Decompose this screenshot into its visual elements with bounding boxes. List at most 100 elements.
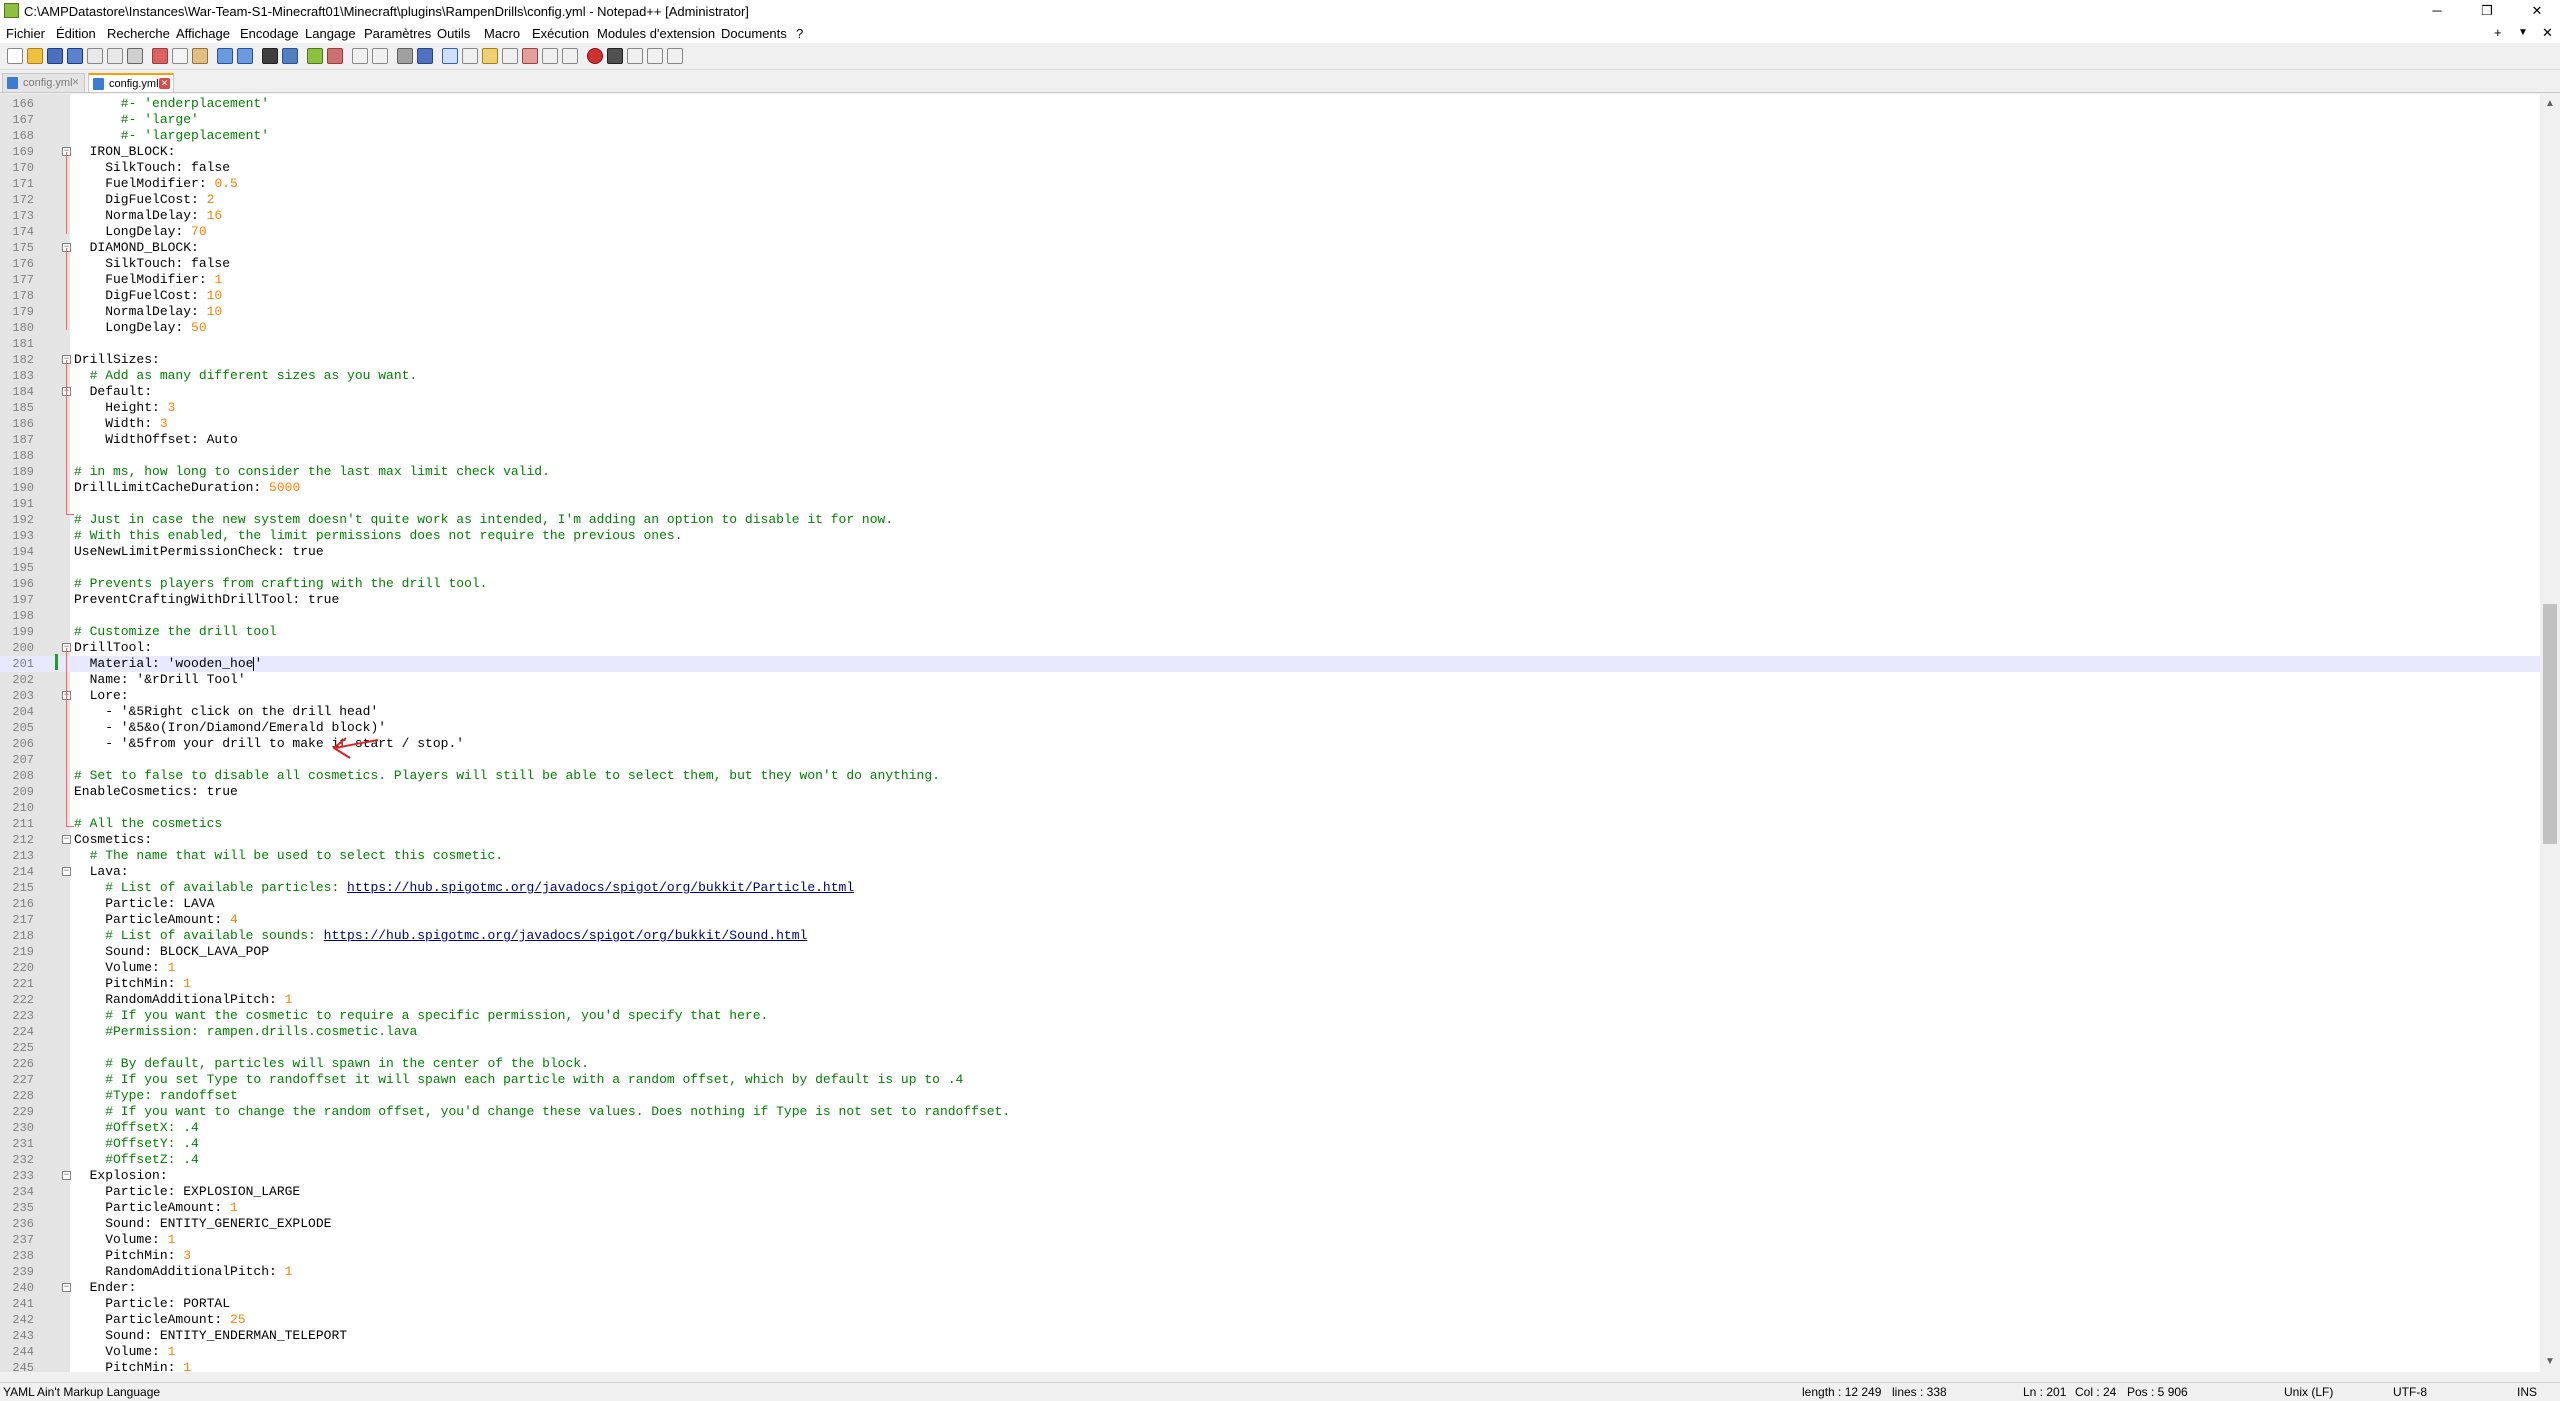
record-macro-icon[interactable]	[587, 48, 603, 64]
menu-execution[interactable]: Exécution	[532, 26, 589, 41]
code-line[interactable]: 180 LongDelay: 50	[0, 320, 2540, 336]
code-line[interactable]: 227 # If you set Type to randoffset it w…	[0, 1072, 2540, 1088]
code-line[interactable]: 203− Lore:	[0, 688, 2540, 704]
code-line[interactable]: 184− Default:	[0, 384, 2540, 400]
code-line[interactable]: 231 #OffsetY: .4	[0, 1136, 2540, 1152]
open-file-icon[interactable]	[27, 48, 43, 64]
code-line[interactable]: 224 #Permission: rampen.drills.cosmetic.…	[0, 1024, 2540, 1040]
close-file-icon[interactable]	[87, 48, 103, 64]
code-line[interactable]: 235 ParticleAmount: 1	[0, 1200, 2540, 1216]
code-line[interactable]: 204 - '&5Right click on the drill head'	[0, 704, 2540, 720]
code-line[interactable]: 174 LongDelay: 70	[0, 224, 2540, 240]
url-link[interactable]: https://hub.spigotmc.org/javadocs/spigot…	[324, 928, 808, 943]
code-line[interactable]: 232 #OffsetZ: .4	[0, 1152, 2540, 1168]
tab-config-yml-2[interactable]: config.yml ✕	[88, 73, 174, 92]
indent-guide-icon[interactable]	[442, 48, 458, 64]
word-wrap-icon[interactable]	[397, 48, 413, 64]
zoom-out-icon[interactable]	[327, 48, 343, 64]
code-line[interactable]: 236 Sound: ENTITY_GENERIC_EXPLODE	[0, 1216, 2540, 1232]
fold-toggle-icon[interactable]: −	[62, 867, 71, 876]
code-line[interactable]: 238 PitchMin: 3	[0, 1248, 2540, 1264]
close-button[interactable]: ✕	[2514, 0, 2560, 22]
code-line[interactable]: 182− DrillSizes:	[0, 352, 2540, 368]
code-line[interactable]: 194 UseNewLimitPermissionCheck: true	[0, 544, 2540, 560]
scroll-up-icon[interactable]: ▲	[2545, 98, 2555, 109]
close-tab-icon[interactable]: ✕	[159, 78, 170, 89]
function-list-icon[interactable]	[502, 48, 518, 64]
show-all-characters-icon[interactable]	[417, 48, 433, 64]
code-line[interactable]: 220 Volume: 1	[0, 960, 2540, 976]
code-line[interactable]: 216 Particle: LAVA	[0, 896, 2540, 912]
code-line[interactable]: 185 Height: 3	[0, 400, 2540, 416]
code-line[interactable]: 175− DIAMOND_BLOCK:	[0, 240, 2540, 256]
code-line[interactable]: 213 # The name that will be used to sele…	[0, 848, 2540, 864]
new-document-plus-icon[interactable]: +	[2494, 25, 2502, 40]
menu-affichage[interactable]: Affichage	[176, 26, 230, 41]
menu-outils[interactable]: Outils	[437, 26, 470, 41]
code-line[interactable]: 205 - '&5&o(Iron/Diamond/Emerald block)'	[0, 720, 2540, 736]
code-line[interactable]: 169− IRON_BLOCK:	[0, 144, 2540, 160]
code-line[interactable]: 214 − Lava:	[0, 864, 2540, 880]
play-macro-icon[interactable]	[627, 48, 643, 64]
code-editor[interactable]: 166 #- 'enderplacement' 167 #- 'large' 168…	[0, 94, 2540, 1372]
code-line[interactable]: 240 − Ender:	[0, 1280, 2540, 1296]
close-tab-icon[interactable]: ✕	[70, 77, 81, 88]
vertical-scrollbar[interactable]: ▲ ▼	[2540, 94, 2560, 1372]
code-line[interactable]: 189 # in ms, how long to consider the las…	[0, 464, 2540, 480]
code-line[interactable]: 178 DigFuelCost: 10	[0, 288, 2540, 304]
save-macro-icon[interactable]	[667, 48, 683, 64]
find-icon[interactable]	[262, 48, 278, 64]
close-all-icon[interactable]	[107, 48, 123, 64]
code-line[interactable]: 166 #- 'enderplacement'	[0, 96, 2540, 112]
code-line[interactable]: 230 #OffsetX: .4	[0, 1120, 2540, 1136]
url-link[interactable]: https://hub.spigotmc.org/javadocs/spigot…	[347, 880, 854, 895]
copy-icon[interactable]	[172, 48, 188, 64]
menu-encodage[interactable]: Encodage	[240, 26, 299, 41]
code-line[interactable]: 193 # With this enabled, the limit permis…	[0, 528, 2540, 544]
code-line[interactable]: 167 #- 'large'	[0, 112, 2540, 128]
code-line[interactable]: 190 DrillLimitCacheDuration: 5000	[0, 480, 2540, 496]
menu-edition[interactable]: Édition	[56, 26, 96, 41]
close-document-icon[interactable]: ✕	[2542, 25, 2553, 41]
sync-horizontal-icon[interactable]	[372, 48, 388, 64]
new-file-icon[interactable]	[7, 48, 23, 64]
code-line[interactable]: 245 PitchMin: 1	[0, 1360, 2540, 1372]
run-macro-multiple-icon[interactable]	[647, 48, 663, 64]
code-line[interactable]: 233 − Explosion:	[0, 1168, 2540, 1184]
fold-toggle-icon[interactable]: −	[62, 835, 71, 844]
code-line[interactable]: 217 ParticleAmount: 4	[0, 912, 2540, 928]
menu-documents[interactable]: Documents	[721, 26, 787, 41]
code-line[interactable]: 234 Particle: EXPLOSION_LARGE	[0, 1184, 2540, 1200]
code-line[interactable]: 202 Name: '&rDrill Tool'	[0, 672, 2540, 688]
code-line[interactable]: 212 − Cosmetics:	[0, 832, 2540, 848]
menu-parametres[interactable]: Paramètres	[364, 26, 431, 41]
code-line[interactable]: 206 - '&5from your drill to make it star…	[0, 736, 2540, 752]
code-line[interactable]: 181	[0, 336, 2540, 352]
replace-icon[interactable]	[282, 48, 298, 64]
code-line[interactable]: 195	[0, 560, 2540, 576]
code-line[interactable]: 223 # If you want the cosmetic to requir…	[0, 1008, 2540, 1024]
scroll-down-icon[interactable]: ▼	[2545, 1356, 2555, 1367]
paste-icon[interactable]	[192, 48, 208, 64]
stop-macro-icon[interactable]	[607, 48, 623, 64]
menu-langage[interactable]: Langage	[305, 26, 356, 41]
code-line[interactable]: 244 Volume: 1	[0, 1344, 2540, 1360]
print-icon[interactable]	[127, 48, 143, 64]
code-line[interactable]: 219 Sound: BLOCK_LAVA_POP	[0, 944, 2540, 960]
code-line[interactable]: 211 # All the cosmetics	[0, 816, 2540, 832]
minimize-button[interactable]: ─	[2414, 0, 2460, 22]
code-line[interactable]: 192 # Just in case the new system doesn't…	[0, 512, 2540, 528]
zoom-in-icon[interactable]	[307, 48, 323, 64]
undo-icon[interactable]	[217, 48, 233, 64]
menu-recherche[interactable]: Recherche	[107, 26, 170, 41]
code-line[interactable]: 210	[0, 800, 2540, 816]
code-line[interactable]: 241 Particle: PORTAL	[0, 1296, 2540, 1312]
code-line[interactable]: 183 # Add as many different sizes as you…	[0, 368, 2540, 384]
code-line[interactable]: 168 #- 'largeplacement'	[0, 128, 2540, 144]
menu-help[interactable]: ?	[796, 26, 803, 41]
code-line[interactable]: 201 Material: 'wooden_hoe'	[0, 656, 2540, 672]
user-defined-language-icon[interactable]	[462, 48, 478, 64]
code-line[interactable]: 170 SilkTouch: false	[0, 160, 2540, 176]
monitoring-icon[interactable]	[542, 48, 558, 64]
code-line[interactable]: 173 NormalDelay: 16	[0, 208, 2540, 224]
